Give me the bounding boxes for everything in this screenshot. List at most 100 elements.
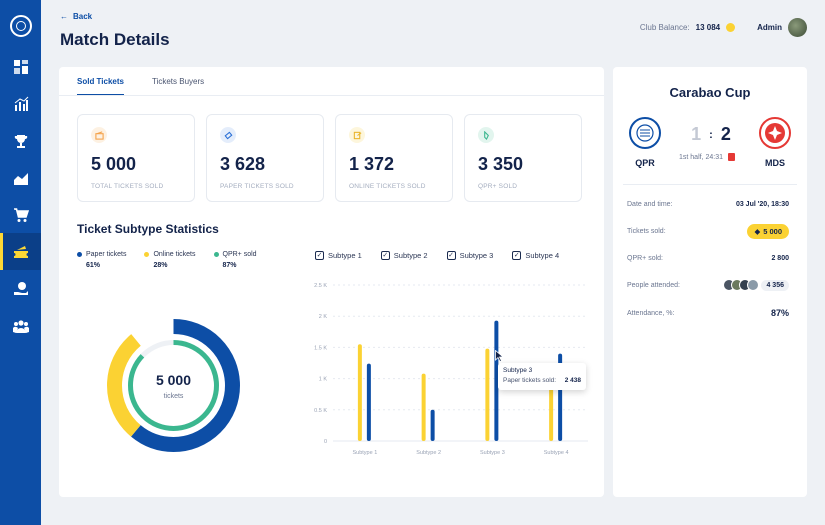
checkbox-checked-icon[interactable]: ✓ — [512, 251, 522, 260]
sidebar — [0, 0, 41, 525]
statistics-icon — [14, 96, 28, 111]
y-tick-label: 1.5 K — [314, 345, 327, 351]
divider — [623, 184, 797, 185]
chart-tooltip: Subtype 3 Paper tickets sold: 2 438 — [498, 363, 586, 390]
info-row-attended: People attended: 4 356 — [627, 279, 789, 291]
score: 1 : 2 — [683, 124, 739, 145]
back-link[interactable]: ← Back — [60, 12, 92, 21]
checkbox-checked-icon[interactable]: ✓ — [380, 251, 390, 260]
sidebar-item-analytics[interactable] — [0, 159, 41, 196]
ticket-icon: ◆ — [754, 227, 761, 236]
red-card-icon — [727, 153, 735, 161]
stat-card-online: 1 372 ONLINE TICKETS SOLD — [335, 114, 453, 202]
stat-card-paper: 3 628 PAPER TICKETS SOLD — [206, 114, 324, 202]
x-tick-label: Subtype 4 — [544, 450, 569, 456]
donut-legend: Paper tickets 61% Online tickets 28% QPR… — [77, 251, 257, 269]
stat-value: 3 350 — [478, 154, 524, 174]
info-row-tickets-sold: Tickets sold: ◆ 5 000 — [627, 224, 789, 239]
stat-value: 1 372 — [349, 154, 395, 174]
sidebar-item-statistics[interactable] — [0, 85, 41, 122]
legend-pct: 87% — [222, 262, 237, 269]
sidebar-item-tickets[interactable] — [0, 233, 41, 270]
club-balance-value: 13 084 — [695, 23, 721, 32]
bar[interactable] — [549, 383, 554, 441]
legend-dot — [213, 252, 219, 257]
tab-tickets-buyers[interactable]: Tickets Buyers — [152, 77, 204, 96]
sidebar-item-users[interactable] — [0, 307, 41, 344]
info-row-attendance: Attendance, %: 87% — [627, 308, 789, 318]
sidebar-item-finance[interactable] — [0, 270, 41, 307]
filter-label: Subtype 3 — [459, 251, 494, 260]
avatar[interactable] — [788, 18, 807, 37]
filter-label: Subtype 1 — [328, 251, 362, 260]
sidebar-item-dashboard[interactable] — [0, 48, 41, 85]
stat-card-total: 5 000 TOTAL TICKETS SOLD — [77, 114, 195, 202]
info-label: Date and time: — [627, 201, 673, 208]
y-tick-label: 0 — [324, 439, 327, 445]
sidebar-item-shop[interactable] — [0, 196, 41, 233]
filter-label: Subtype 2 — [393, 251, 428, 260]
subtype-filters: ✓ Subtype 1 ✓ Subtype 2 ✓ Subtype 3 ✓ Subtyp… — [315, 251, 559, 260]
legend-dot — [144, 252, 150, 257]
checkbox-checked-icon[interactable]: ✓ — [446, 251, 456, 260]
y-tick-label: 2.5 K — [314, 283, 327, 289]
donut-center: 5 000 tickets — [105, 317, 242, 454]
back-label: Back — [73, 12, 93, 21]
info-value: 87% — [770, 308, 789, 318]
legend-label: Online tickets — [153, 251, 196, 258]
filter-subtype-2[interactable]: ✓ Subtype 2 — [380, 251, 428, 260]
legend-item-paper: Paper tickets 61% — [77, 251, 126, 269]
header-right: Club Balance: 13 084 Admin — [640, 18, 807, 37]
bar[interactable] — [421, 373, 426, 441]
checkbox-checked-icon[interactable]: ✓ — [315, 251, 324, 260]
tabs-divider — [59, 95, 604, 96]
avatar — [747, 279, 760, 291]
club-logo[interactable] — [9, 15, 32, 37]
mds-crest-icon — [759, 117, 791, 149]
filter-subtype-1[interactable]: ✓ Subtype 1 — [315, 251, 362, 260]
bar[interactable] — [357, 344, 362, 441]
trophy-icon — [14, 134, 27, 148]
away-score: 2 — [720, 124, 731, 144]
sidebar-item-trophies[interactable] — [0, 122, 41, 159]
user-name[interactable]: Admin — [757, 23, 782, 32]
ticket-stub-icon — [91, 127, 107, 143]
tab-sold-tickets[interactable]: Sold Tickets — [77, 77, 124, 96]
coin-icon — [726, 23, 736, 32]
match-time: 1st half, 24:31 — [679, 153, 735, 161]
info-value: 5 000 — [763, 227, 782, 236]
legend-pct: 28% — [153, 262, 168, 269]
y-tick-label: 2 K — [319, 314, 328, 320]
tickets-panel: Sold Tickets Tickets Buyers 5 000 TOTAL … — [59, 67, 604, 497]
filter-subtype-3[interactable]: ✓ Subtype 3 — [446, 251, 494, 260]
qpr-plus-icon — [478, 127, 494, 143]
home-score: 1 — [691, 124, 702, 144]
filter-subtype-4[interactable]: ✓ Subtype 4 — [512, 251, 559, 260]
ticket-icon — [220, 127, 236, 143]
info-label: Tickets sold: — [627, 228, 666, 235]
tooltip-label: Paper tickets sold: — [503, 377, 557, 384]
qpr-crest-icon — [629, 117, 661, 149]
x-tick-label: Subtype 2 — [416, 450, 441, 456]
tooltip-value: 2 438 — [564, 377, 581, 384]
y-tick-label: 0.5 K — [314, 408, 327, 414]
x-tick-label: Subtype 1 — [352, 450, 377, 456]
legend-item-online: Online tickets 28% — [144, 251, 196, 269]
home-team: QPR — [627, 117, 663, 168]
bar[interactable] — [485, 348, 490, 441]
tickets-icon — [13, 245, 28, 258]
match-time-label: 1st half, 24:31 — [679, 153, 723, 161]
info-value: 2 800 — [771, 255, 789, 262]
legend-item-qpr-plus: QPR+ sold 87% — [213, 251, 257, 269]
donut-caption: tickets — [163, 392, 184, 400]
legend-dot — [77, 252, 82, 257]
legend-label: Paper tickets — [86, 251, 127, 258]
stat-label: ONLINE TICKETS SOLD — [349, 183, 426, 190]
attendee-avatars[interactable]: 4 356 — [723, 279, 789, 291]
info-value: 4 356 — [761, 279, 789, 291]
bar[interactable] — [366, 363, 371, 441]
x-tick-label: Subtype 3 — [480, 450, 505, 456]
cup-title: Carabao Cup — [669, 85, 751, 100]
bar[interactable] — [430, 409, 435, 441]
info-value: 03 Jul '20, 18:30 — [735, 201, 789, 208]
